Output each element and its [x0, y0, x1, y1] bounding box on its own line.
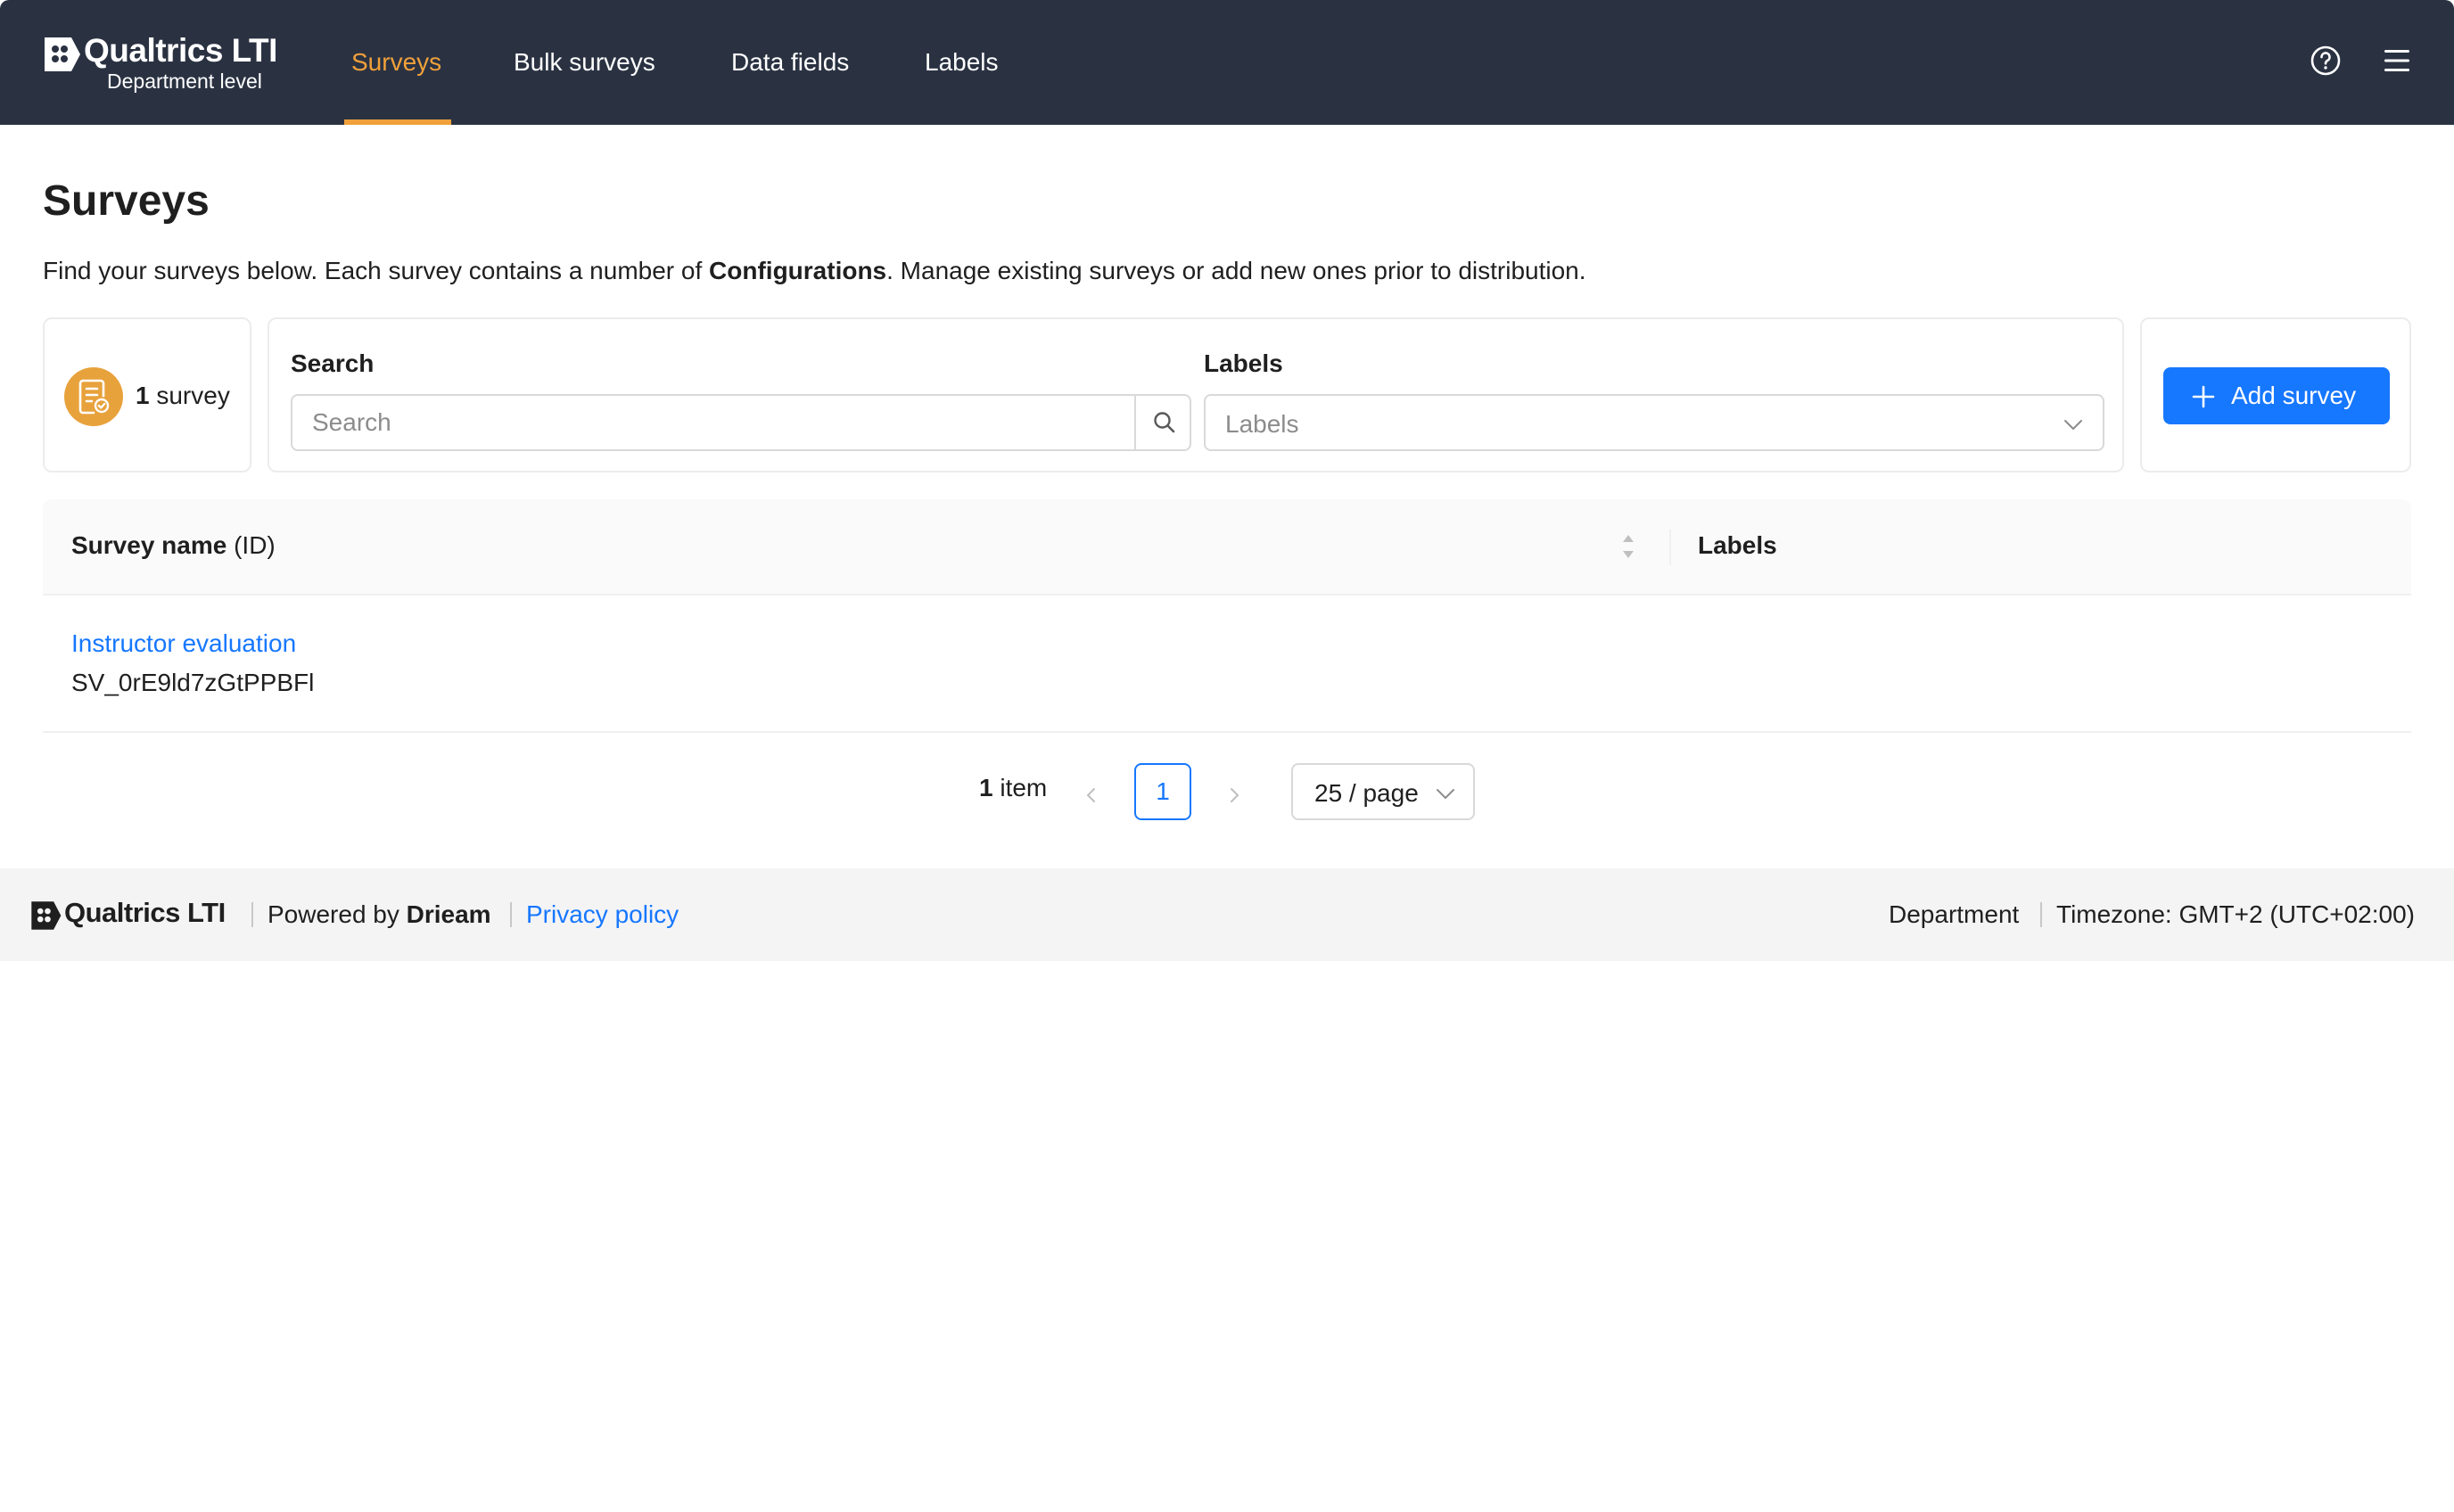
action-card: Add survey: [2140, 317, 2411, 472]
labels-filter-label: Labels: [1204, 349, 1283, 377]
privacy-policy-link[interactable]: Privacy policy: [526, 900, 679, 929]
help-icon[interactable]: [2308, 43, 2343, 78]
search-label: Search: [291, 349, 375, 377]
survey-count-number: 1: [136, 382, 150, 409]
footer-divider: [2040, 902, 2042, 927]
search-icon: [1154, 412, 1175, 433]
chevron-down-icon: [2064, 420, 2082, 430]
description-text-end: . Manage existing surveys or add new one…: [886, 257, 1586, 284]
nav-tab-surveys[interactable]: Surveys: [351, 0, 441, 125]
description-text-start: Find your surveys below. Each survey con…: [43, 257, 710, 284]
top-navigation-bar: Qualtrics LTI Department level Surveys B…: [0, 0, 2454, 125]
column-header-id-suffix: (ID): [226, 531, 276, 559]
pagination-total-unit: item: [992, 774, 1048, 801]
footer-context: Department: [1889, 900, 2020, 928]
brand-name: Qualtrics LTI: [84, 32, 277, 69]
search-button[interactable]: [1134, 396, 1190, 449]
nav-tab-bulk-surveys[interactable]: Bulk surveys: [514, 0, 655, 125]
column-divider: [1669, 530, 1671, 565]
search-box: [291, 394, 1191, 451]
survey-name-link[interactable]: Instructor evaluation: [71, 629, 296, 658]
footer-powered-by-name: Drieam: [406, 900, 491, 928]
chevron-down-icon: [1437, 789, 1454, 799]
table-row: Instructor evaluation SV_0rE9ld7zGtPPBFl: [43, 596, 2411, 733]
footer: Qualtrics LTI Powered by Drieam Privacy …: [0, 868, 2454, 961]
pagination-total-count: 1: [979, 774, 993, 801]
brand[interactable]: Qualtrics LTI Department level: [41, 32, 300, 100]
footer-brand: Qualtrics LTI: [64, 897, 226, 928]
nav-tab-data-fields[interactable]: Data fields: [731, 0, 849, 125]
add-survey-button[interactable]: Add survey: [2163, 367, 2390, 424]
table-header: Survey name (ID) Labels: [43, 499, 2411, 596]
filter-card: Search Labels Labels: [268, 317, 2124, 472]
footer-powered-by-prefix: Powered by: [268, 900, 407, 928]
column-header-name-text: Survey name: [71, 531, 227, 559]
column-header-labels: Labels: [1698, 531, 1777, 559]
add-survey-label: Add survey: [2231, 382, 2357, 409]
survey-count-unit: survey: [149, 382, 230, 409]
labels-select[interactable]: Labels: [1204, 394, 2104, 451]
qualtrics-logo-icon: [31, 901, 62, 930]
page-description: Find your surveys below. Each survey con…: [43, 257, 1586, 285]
description-emphasis: Configurations: [709, 257, 887, 284]
pagination-total: 1 item: [979, 774, 1047, 802]
sort-icon[interactable]: [1619, 531, 1637, 562]
footer-divider: [510, 902, 512, 927]
labels-select-placeholder: Labels: [1225, 410, 1299, 438]
page-title: Surveys: [43, 177, 210, 225]
footer-divider: [251, 902, 253, 927]
survey-count-card: 1 survey: [43, 317, 251, 472]
search-input[interactable]: [292, 396, 1134, 449]
page-size-select[interactable]: 25 / page: [1291, 763, 1475, 820]
previous-page-icon[interactable]: [1074, 777, 1109, 813]
qualtrics-logo-icon: [45, 37, 80, 71]
brand-subtitle: Department level: [107, 70, 262, 93]
active-tab-indicator: [344, 119, 451, 125]
survey-count-badge: [64, 367, 123, 426]
page-size-value: 25 / page: [1314, 779, 1419, 807]
page-button-current[interactable]: 1: [1134, 763, 1191, 820]
survey-id: SV_0rE9ld7zGtPPBFl: [71, 669, 315, 696]
survey-count: 1 survey: [136, 382, 230, 410]
footer-timezone: Timezone: GMT+2 (UTC+02:00): [2056, 900, 2415, 928]
footer-powered-by: Powered by Drieam: [268, 900, 491, 929]
plus-icon: [2192, 385, 2215, 408]
nav-tab-labels[interactable]: Labels: [925, 0, 999, 125]
next-page-icon[interactable]: [1216, 777, 1252, 813]
column-header-survey-name[interactable]: Survey name (ID): [71, 531, 276, 560]
menu-icon[interactable]: [2379, 43, 2415, 78]
survey-document-icon: [78, 379, 110, 415]
